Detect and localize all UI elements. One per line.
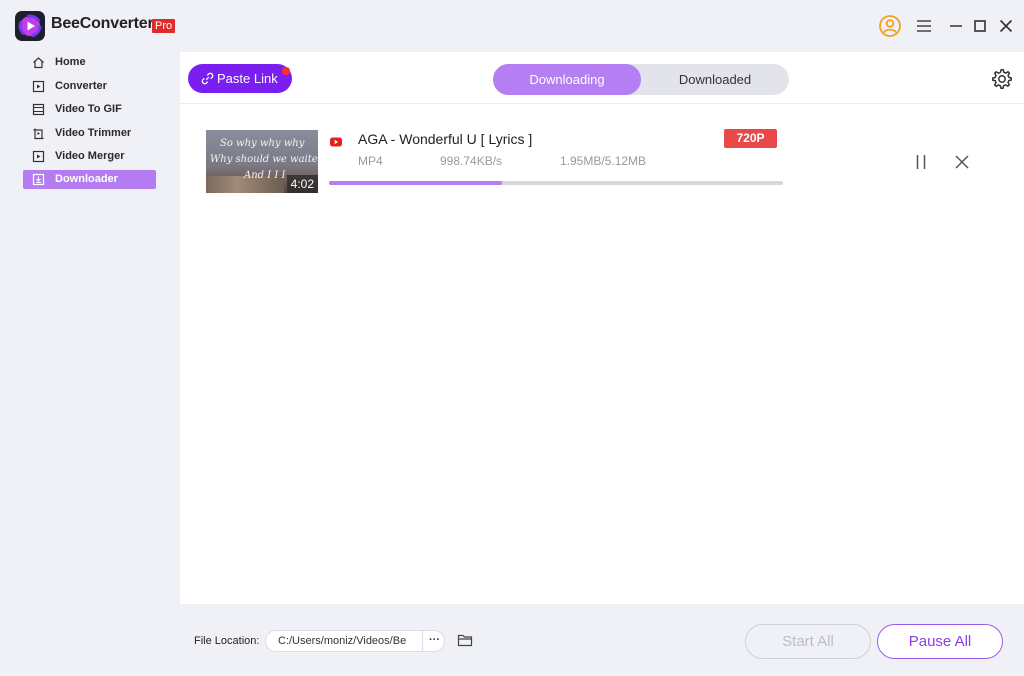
sidebar-item-label: Video Merger <box>55 150 125 162</box>
video-thumbnail: So why why why Why should we waited And … <box>206 130 318 193</box>
app-logo-icon <box>15 11 45 41</box>
menu-icon[interactable] <box>912 14 936 38</box>
home-icon <box>32 56 45 69</box>
sidebar-item-video-merger[interactable]: Video Merger <box>23 147 156 166</box>
sidebar-item-converter[interactable]: Converter <box>23 77 156 96</box>
sidebar-item-downloader[interactable]: Downloader <box>23 170 156 189</box>
footer-bar: File Location: C:/Users/moniz/Videos/Bee… <box>180 604 1024 676</box>
sidebar-item-home[interactable]: Home <box>23 53 156 72</box>
trimmer-icon <box>32 127 45 140</box>
sidebar-item-video-to-gif[interactable]: Video To GIF <box>23 100 156 119</box>
tab-downloading[interactable]: Downloading <box>493 64 641 95</box>
video-title: AGA - Wonderful U [ Lyrics ] <box>358 131 533 147</box>
close-icon[interactable] <box>994 14 1018 38</box>
file-location-field[interactable]: C:/Users/moniz/Videos/BeeConverter ··· <box>265 630 445 652</box>
app-name: BeeConverter <box>51 15 154 32</box>
downloader-panel: Paste Link Downloading Downloaded So why… <box>180 52 1024 604</box>
download-progress-fill <box>329 181 502 185</box>
download-speed: 998.74KB/s <box>440 154 503 168</box>
folder-icon[interactable] <box>457 632 473 648</box>
file-location-value: C:/Users/moniz/Videos/BeeConverter <box>278 635 406 647</box>
notification-dot <box>282 67 290 75</box>
sidebar-item-label: Home <box>55 56 86 68</box>
settings-gear-icon[interactable] <box>991 68 1013 90</box>
quality-badge: 720P <box>724 129 777 148</box>
minimize-icon[interactable] <box>944 14 968 38</box>
pause-all-button[interactable]: Pause All <box>877 624 1003 659</box>
title-bar: BeeConverter Pro <box>0 0 1024 52</box>
video-duration: 4:02 <box>286 175 318 193</box>
maximize-icon[interactable] <box>968 14 992 38</box>
file-location-label: File Location: <box>194 635 260 647</box>
sidebar: Home Converter Video To GIF Video Trimme… <box>0 52 180 676</box>
sidebar-item-video-trimmer[interactable]: Video Trimmer <box>23 124 156 143</box>
download-size: 1.95MB/5.12MB <box>560 154 647 168</box>
sidebar-item-label: Converter <box>55 80 107 92</box>
divider <box>180 103 1024 104</box>
tab-downloaded[interactable]: Downloaded <box>641 64 789 95</box>
download-progress-bar <box>329 181 783 185</box>
browse-more-button[interactable]: ··· <box>422 631 446 651</box>
remove-download-button[interactable] <box>953 153 971 171</box>
paste-link-button[interactable]: Paste Link <box>188 64 292 93</box>
paste-link-label: Paste Link <box>217 71 278 86</box>
thumbnail-text: So why why why <box>220 138 305 149</box>
start-all-button[interactable]: Start All <box>745 624 871 659</box>
user-icon[interactable] <box>878 14 902 38</box>
link-icon <box>200 71 215 86</box>
converter-icon <box>32 80 45 93</box>
pro-badge: Pro <box>152 19 176 33</box>
thumbnail-text: And I I I <box>244 170 286 181</box>
download-tabs: Downloading Downloaded <box>493 64 789 95</box>
sidebar-item-label: Video Trimmer <box>55 127 132 139</box>
merger-icon <box>32 150 45 163</box>
thumbnail-text: Why should we waited <box>210 154 318 165</box>
video-format: MP4 <box>358 154 383 168</box>
download-icon <box>32 173 45 186</box>
gif-icon <box>32 103 45 116</box>
youtube-icon <box>330 134 342 147</box>
sidebar-item-label: Video To GIF <box>55 103 122 115</box>
sidebar-item-label: Downloader <box>55 173 118 185</box>
pause-download-button[interactable] <box>911 153 931 171</box>
